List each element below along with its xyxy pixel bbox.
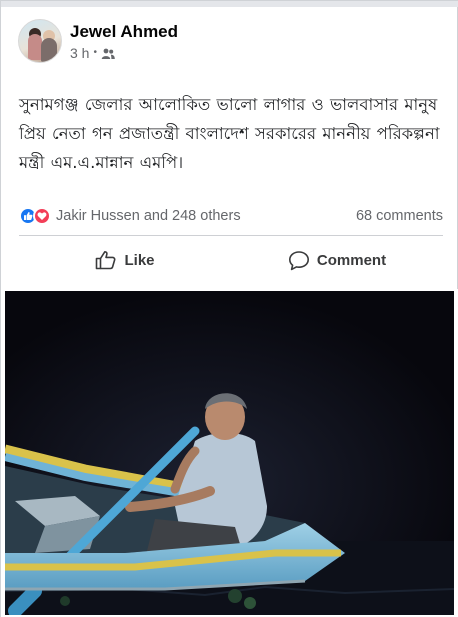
reaction-summary[interactable]: Jakir Hussen and 248 others: [56, 208, 241, 224]
screenshot-frame: Jewel Ahmed 3 h • সুনামগঞ্জ জেলার আলোকিত…: [0, 0, 458, 617]
reaction-stats: Jakir Hussen and 248 others 68 comments: [19, 206, 443, 226]
facebook-post: Jewel Ahmed 3 h • সুনামগঞ্জ জেলার আলোকিত…: [6, 7, 454, 289]
comment-count[interactable]: 68 comments: [356, 208, 443, 224]
post-time[interactable]: 3 h: [70, 45, 89, 61]
post-actions: Like Comment: [19, 243, 443, 277]
meta-separator: •: [93, 47, 97, 58]
post-photo[interactable]: [5, 291, 454, 615]
post-message: সুনামগঞ্জ জেলার আলোকিত ভালো লাগার ও ভালব…: [19, 95, 440, 172]
like-button[interactable]: Like: [19, 243, 231, 277]
comment-button[interactable]: Comment: [231, 243, 443, 277]
love-icon: [33, 207, 51, 225]
comment-label: Comment: [316, 251, 387, 269]
divider: [19, 235, 443, 236]
photo-container: [1, 289, 458, 617]
night-boat-photo: [5, 291, 454, 615]
post-meta: 3 h •: [70, 45, 178, 61]
thumbs-up-icon: [96, 251, 116, 270]
reaction-icons[interactable]: [19, 207, 51, 225]
friends-icon[interactable]: [101, 47, 115, 59]
author-avatar[interactable]: [18, 19, 62, 63]
like-label: Like: [124, 251, 155, 269]
comment-bubble-icon: [288, 250, 309, 270]
author-info: Jewel Ahmed 3 h •: [70, 22, 178, 61]
post-header: Jewel Ahmed 3 h •: [18, 19, 178, 63]
author-name[interactable]: Jewel Ahmed: [70, 22, 178, 42]
